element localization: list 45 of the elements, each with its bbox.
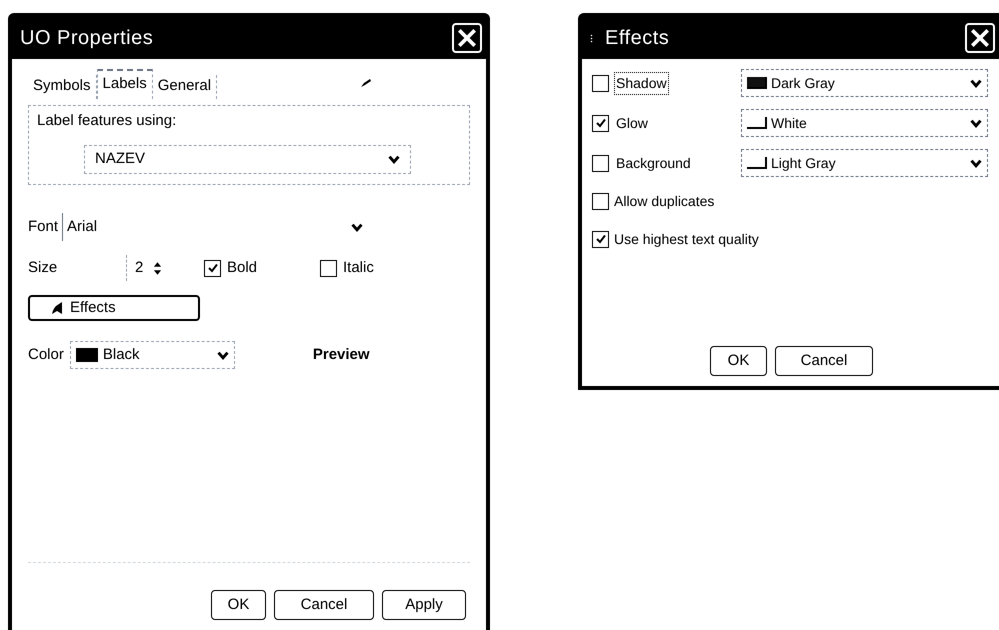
tab[interactable]: General — [152, 75, 218, 99]
group-legend: Label features using: — [37, 110, 461, 132]
tab[interactable]: Labels — [96, 69, 153, 99]
checkbox-label: Shadow — [614, 72, 669, 94]
spinner-arrows-icon[interactable] — [153, 260, 162, 276]
dialog-button[interactable]: OK — [710, 346, 767, 376]
window-title: UO Properties — [20, 26, 154, 51]
checkbox[interactable] — [592, 192, 609, 210]
checkbox[interactable] — [320, 260, 337, 276]
dialog-button[interactable]: Cancel — [775, 346, 873, 376]
dropdown-field[interactable]: Dark Gray — [741, 69, 988, 97]
window-title: Effects — [604, 26, 670, 51]
dialog-button[interactable]: OK — [211, 590, 266, 620]
checkbox-label: Allow duplicates — [614, 192, 714, 211]
effects-button[interactable]: Effects — [28, 295, 200, 321]
field-label: Font — [28, 216, 60, 237]
drag-handle-icon[interactable] — [590, 34, 593, 42]
checkbox[interactable] — [592, 154, 609, 172]
field-label: Size — [28, 258, 58, 278]
checkbox[interactable] — [204, 260, 221, 276]
check-icon — [594, 233, 606, 245]
checkbox-label: Bold — [227, 258, 258, 278]
dropdown-field[interactable]: Light Gray — [741, 149, 988, 177]
dropdown-field[interactable]: White — [741, 109, 988, 137]
check-icon — [594, 117, 606, 129]
megaphone-icon — [50, 301, 64, 315]
checkbox[interactable] — [592, 230, 609, 248]
checkbox-label: Italic — [343, 258, 374, 278]
spinner-field[interactable]: 2 — [126, 255, 174, 281]
dropdown-field[interactable]: Black — [70, 341, 235, 369]
preview-text: Preview — [312, 344, 370, 365]
pen-icon — [361, 79, 371, 87]
checkbox-label: Use highest text quality — [614, 230, 759, 249]
dialog-button[interactable]: Apply — [382, 590, 466, 620]
field-label: Color — [28, 344, 65, 365]
checkbox-label: Background — [615, 154, 692, 173]
checkbox[interactable] — [592, 74, 609, 92]
check-icon — [206, 262, 218, 274]
checkbox-label: Glow — [615, 114, 649, 132]
tab[interactable]: Symbols — [28, 75, 97, 99]
dialog-button[interactable]: Cancel — [274, 590, 374, 620]
dropdown-field[interactable]: NAZEV — [84, 144, 411, 174]
checkbox[interactable] — [592, 114, 609, 132]
color-swatch — [76, 348, 98, 362]
dropdown-field[interactable]: Arial — [62, 213, 368, 241]
